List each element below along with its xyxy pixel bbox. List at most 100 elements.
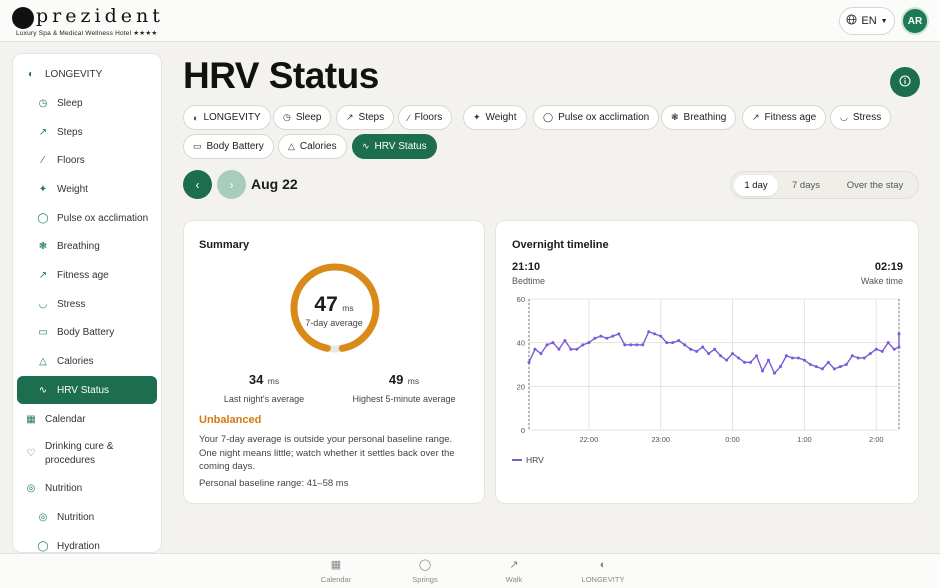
brand-name: prezident xyxy=(36,5,164,27)
chip-hrv-status[interactable]: ∿ HRV Status xyxy=(352,134,437,159)
hrv-data-point xyxy=(713,347,717,351)
sidebar-item-floors[interactable]: ∕ Floors xyxy=(17,146,157,174)
hrv-data-point xyxy=(581,343,585,347)
tab-label: Calendar xyxy=(320,575,352,584)
tab-label: LONGEVITY xyxy=(581,575,625,584)
flame-icon: △ xyxy=(288,141,295,151)
hrv-line-chart: 0 20 40 60 22:00 23:00 0:00 1:00 2:00 HRV xyxy=(512,295,901,465)
sidebar-item-calendar[interactable]: ▦ Calendar xyxy=(17,405,157,433)
ring-value-unit: ms xyxy=(342,303,354,313)
next-day-button[interactable]: › xyxy=(217,170,246,199)
previous-day-button[interactable]: ‹ xyxy=(183,170,212,199)
tab-calendar[interactable]: ▦ Calendar xyxy=(301,558,371,584)
sidebar-item-weight[interactable]: ✦ Weight xyxy=(17,175,157,203)
last-night-label: Last night's average xyxy=(223,394,305,404)
bedtime-label: Bedtime xyxy=(512,276,546,286)
hrv-data-point xyxy=(659,334,663,338)
sidebar-item-breathing[interactable]: ❃ Breathing xyxy=(17,232,157,260)
chip-breathing[interactable]: ❃ Breathing xyxy=(661,105,737,130)
hrv-data-point xyxy=(665,341,669,345)
sidebar-item-longevity[interactable]: ◐ LONGEVITY xyxy=(17,60,157,88)
sidebar-item-label: Drinking cure & procedures xyxy=(45,441,114,466)
chip-fitness-age[interactable]: ↗ Fitness age xyxy=(742,105,827,130)
target-icon: ◎ xyxy=(38,511,48,523)
wake-value: 02:19 xyxy=(874,261,903,273)
timeline-title: Overnight timeline xyxy=(512,239,609,251)
chip-label: Stress xyxy=(852,112,882,123)
hrv-data-point xyxy=(886,341,890,345)
sidebar-item-body-battery[interactable]: ▭ Body Battery xyxy=(17,318,157,346)
hrv-data-point xyxy=(892,347,896,351)
range-option-7-days[interactable]: 7 days xyxy=(781,175,831,196)
hrv-data-point xyxy=(593,336,597,340)
hrv-data-point xyxy=(760,369,764,373)
brand-logo[interactable]: prezident Luxury Spa & Medical Wellness … xyxy=(12,5,160,37)
chip-floors[interactable]: ∕ Floors xyxy=(398,105,453,130)
info-button[interactable] xyxy=(890,67,920,97)
chip-sleep[interactable]: ◷ Sleep xyxy=(273,105,332,130)
sidebar: ◐ LONGEVITY ◷ Sleep ↗ Steps ∕ Floors ✦ W… xyxy=(12,53,162,553)
status-badge: Unbalanced xyxy=(199,414,262,426)
chip-body-battery[interactable]: ▭ Body Battery xyxy=(183,134,274,159)
lungs-icon: ❃ xyxy=(38,240,48,252)
tab-springs[interactable]: ◯ Springs xyxy=(390,558,460,584)
hrv-data-point xyxy=(838,365,842,369)
chevron-left-icon: ‹ xyxy=(195,177,200,192)
chip-label: LONGEVITY xyxy=(203,112,261,123)
sidebar-item-sleep[interactable]: ◷ Sleep xyxy=(17,89,157,117)
chip-stress[interactable]: ◡ Stress xyxy=(830,105,892,130)
walk-icon: ↗ xyxy=(509,559,519,571)
hrv-data-point xyxy=(737,356,741,360)
sidebar-item-nutrition-group[interactable]: ◎ Nutrition xyxy=(17,474,157,502)
sidebar-item-stress[interactable]: ◡ Stress xyxy=(17,290,157,318)
chip-label: Fitness age xyxy=(764,112,817,123)
hrv-data-point xyxy=(897,332,901,336)
gauge-icon: ◡ xyxy=(840,112,848,122)
sidebar-item-fitness-age[interactable]: ↗ Fitness age xyxy=(17,261,157,289)
hrv-data-point xyxy=(731,352,735,356)
sidebar-item-pulse-ox[interactable]: ◯ Pulse ox acclimation xyxy=(17,204,157,232)
hrv-data-point xyxy=(671,341,675,345)
chip-calories[interactable]: △ Calories xyxy=(278,134,347,159)
range-option-over-the-stay[interactable]: Over the stay xyxy=(835,175,915,196)
sidebar-item-label: Steps xyxy=(57,126,83,138)
sidebar-item-hydration[interactable]: ◯ Hydration xyxy=(17,532,157,552)
hrv-data-point xyxy=(587,341,591,345)
chip-label: Pulse ox acclimation xyxy=(558,112,650,123)
hrv-data-point xyxy=(629,343,633,347)
ring-caption: 7-day average xyxy=(305,318,363,328)
avatar[interactable]: AR xyxy=(901,7,929,35)
chip-label: Sleep xyxy=(295,112,322,123)
tab-walk[interactable]: ↗ Walk xyxy=(479,558,549,584)
y-tick-label: 0 xyxy=(521,426,525,435)
hrv-series-line xyxy=(528,331,900,374)
droplet-icon: ◯ xyxy=(37,212,49,224)
tab-label: Walk xyxy=(505,575,523,584)
hrv-data-point xyxy=(897,345,901,349)
chip-pulse-ox[interactable]: ◯ Pulse ox acclimation xyxy=(533,105,660,130)
hrv-data-point xyxy=(677,338,681,342)
sidebar-item-steps[interactable]: ↗ Steps xyxy=(17,118,157,146)
chip-longevity[interactable]: ◐ LONGEVITY xyxy=(183,105,271,130)
bedtime-value: 21:10 xyxy=(512,261,541,273)
x-tick-label: 1:00 xyxy=(797,435,812,444)
sidebar-item-calories[interactable]: △ Calories xyxy=(17,347,157,375)
sidebar-item-nutrition[interactable]: ◎ Nutrition xyxy=(17,503,157,531)
sidebar-item-hrv-status[interactable]: ∿ HRV Status xyxy=(17,376,157,404)
bottom-tab-bar: ▦ Calendar ◯ Springs ↗ Walk ◐ LONGEVITY xyxy=(0,553,940,588)
sidebar-item-drinking-cure[interactable]: ♡ Drinking cure & procedures xyxy=(17,434,157,474)
droplet-icon: ◯ xyxy=(543,112,554,122)
tab-longevity[interactable]: ◐ LONGEVITY xyxy=(568,558,638,584)
hrv-data-point xyxy=(832,367,836,371)
droplet-icon: ◯ xyxy=(418,559,432,571)
range-option-1-day[interactable]: 1 day xyxy=(734,175,778,196)
status-description: Your 7-day average is outside your perso… xyxy=(199,434,455,472)
calendar-icon: ▦ xyxy=(26,413,36,425)
chip-label: Breathing xyxy=(683,112,727,123)
hrv-data-point xyxy=(856,356,860,360)
language-selector[interactable]: EN ▼ xyxy=(839,7,895,35)
chip-steps[interactable]: ↗ Steps xyxy=(336,105,395,130)
sidebar-item-label: HRV Status xyxy=(57,384,110,396)
chip-label: Steps xyxy=(358,112,385,123)
chip-weight[interactable]: ✦ Weight xyxy=(463,105,527,130)
